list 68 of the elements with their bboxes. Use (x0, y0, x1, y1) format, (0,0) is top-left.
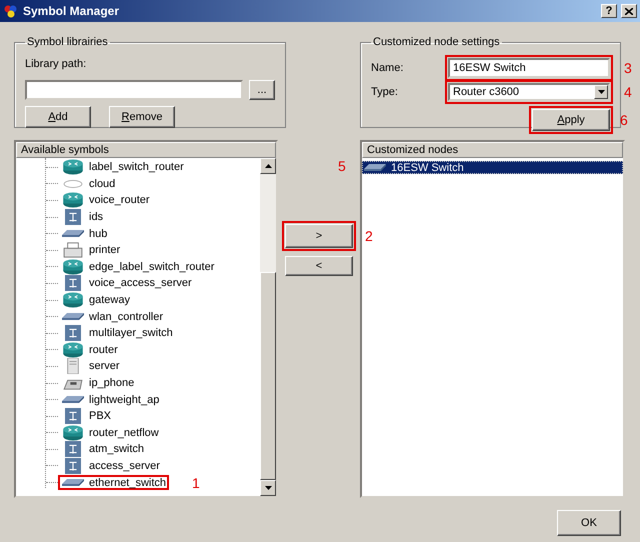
node-item[interactable]: 16ESW Switch (362, 161, 623, 174)
symbol-item[interactable]: gateway (89, 294, 130, 306)
switch-icon (363, 164, 387, 172)
symbol-item[interactable]: wlan_controller (89, 310, 163, 323)
symbol-item[interactable]: voice_router (89, 194, 150, 206)
up-arrow-icon (264, 164, 272, 168)
symbol-item[interactable]: access_server (89, 460, 160, 472)
symbol-item[interactable]: edge_label_switch_router (89, 260, 214, 273)
symbol-item[interactable]: printer (89, 244, 120, 256)
scroll-thumb[interactable] (260, 272, 276, 480)
apply-button[interactable]: Apply (532, 109, 610, 131)
close-button[interactable] (621, 4, 637, 18)
symbol-item[interactable]: ip_phone (89, 377, 134, 390)
symbol-item[interactable]: router_netflow (89, 426, 159, 439)
transfer-button[interactable]: > (285, 224, 353, 248)
scroll-up-button[interactable] (260, 158, 276, 174)
callout-number: 2 (365, 228, 373, 244)
window-title: Symbol Manager (23, 4, 120, 18)
app-icon (3, 4, 19, 18)
switch-icon (61, 396, 85, 404)
library-button[interactable]: Remove (109, 106, 175, 128)
transfer-button[interactable]: < (285, 256, 353, 276)
browse-button[interactable]: ... (249, 80, 275, 100)
library-button[interactable]: Add (25, 106, 91, 128)
library-path-field[interactable] (25, 80, 243, 100)
field-label: Library path: (25, 58, 86, 70)
symbol-item[interactable]: PBX (89, 410, 112, 422)
symbol-item[interactable]: atm_switch (89, 443, 144, 456)
switch-icon (61, 478, 85, 487)
switch-icon (61, 230, 85, 238)
router-icon (61, 159, 85, 176)
name-field[interactable]: 16ESW Switch (448, 58, 610, 78)
callout-number: 1 (192, 474, 200, 491)
down-arrow-icon (264, 486, 272, 490)
router-icon (61, 258, 85, 275)
group-title: Symbol librairies (26, 36, 109, 48)
router-icon (61, 342, 85, 358)
field-label: Name: (371, 62, 404, 74)
scrollbar[interactable] (260, 158, 276, 496)
callout-number: 5 (338, 158, 346, 174)
symbol-item[interactable]: voice_access_server (89, 277, 192, 290)
printer-icon (61, 242, 85, 258)
switch-icon (61, 312, 85, 321)
ok-button[interactable]: OK (557, 510, 621, 536)
symbol-item[interactable]: label_switch_router (89, 161, 184, 174)
list-header: Available symbols (16, 142, 276, 158)
callout-number: 6 (620, 112, 628, 128)
router-icon (61, 192, 85, 208)
type-dropdown[interactable]: Router c3600 (448, 83, 610, 101)
close-icon (625, 8, 633, 14)
field-label: Type: (371, 86, 398, 98)
group-title: Customized node settings (372, 36, 501, 48)
symbol-item[interactable]: hub (89, 228, 108, 240)
symbol-item[interactable]: lightweight_ap (89, 394, 160, 406)
router-icon (61, 292, 85, 308)
dropdown-arrow-icon (598, 90, 604, 94)
symbol-item[interactable]: cloud (89, 178, 116, 190)
scroll-down-button[interactable] (260, 480, 276, 496)
symbol-item[interactable]: router (89, 344, 118, 356)
callout-number: 3 (624, 60, 632, 76)
list-header: Customized nodes (362, 142, 623, 158)
help-button[interactable]: ? (601, 4, 617, 18)
symbol-item[interactable]: ethernet_switch (89, 476, 166, 489)
callout-number: 4 (624, 84, 632, 100)
router-icon (61, 424, 85, 441)
symbol-item[interactable]: multilayer_switch (89, 327, 173, 340)
symbol-item[interactable]: server (89, 360, 120, 372)
symbol-item[interactable]: ids (89, 211, 104, 224)
